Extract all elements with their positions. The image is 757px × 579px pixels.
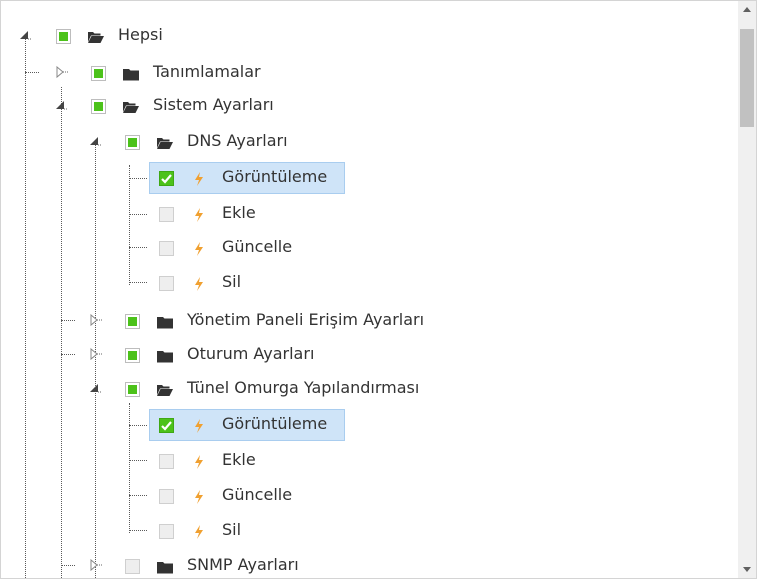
tree-node-dns-goruntuleme[interactable]: Görüntüleme (1, 162, 351, 194)
tree-node-label: Oturum Ayarları (187, 344, 315, 363)
tree-node-tunel-ekle[interactable]: Ekle (1, 445, 301, 475)
permissions-tree: Hepsi Tanımlamalar Sistem Ayarları DNS A… (1, 1, 737, 578)
tree-node-tunel-omurga[interactable]: Tünel Omurga Yapılandırması (1, 373, 461, 403)
tree-node-oturum-ayarlari[interactable]: Oturum Ayarları (1, 339, 341, 369)
tree-node-label: Ekle (222, 450, 256, 469)
tree-node-label: Sistem Ayarları (153, 95, 274, 114)
folder-open-icon (157, 382, 173, 396)
tree-checkbox[interactable] (56, 29, 71, 44)
folder-open-icon (157, 135, 173, 149)
tree-checkbox[interactable] (159, 276, 174, 291)
tree-node-label: Hepsi (118, 25, 163, 44)
tree-node-label: Güncelle (222, 237, 293, 256)
tree-node-label: Görüntüleme (222, 414, 328, 433)
arrow-down-icon (743, 567, 751, 572)
tree-node-label: SNMP Ayarları (187, 555, 299, 574)
collapse-toggle-icon[interactable] (54, 98, 68, 112)
tree-checkbox[interactable] (125, 348, 140, 363)
tree-node-label: Tanımlamalar (153, 62, 261, 81)
tree-checkbox[interactable] (159, 207, 174, 222)
tree-node-tunel-goruntuleme[interactable]: Görüntüleme (1, 409, 351, 441)
tree-checkbox[interactable] (91, 99, 106, 114)
tree-node-dns-ayarlari[interactable]: DNS Ayarları (1, 126, 341, 156)
folder-icon (157, 314, 173, 329)
bolt-icon (194, 454, 210, 469)
bolt-icon (194, 418, 210, 433)
tree-checkbox[interactable] (91, 66, 106, 81)
expand-toggle-icon[interactable] (88, 347, 102, 361)
bolt-icon (194, 489, 210, 504)
tree-node-yonetim-paneli[interactable]: Yönetim Paneli Erişim Ayarları (1, 305, 461, 335)
tree-checkbox[interactable] (159, 241, 174, 256)
scroll-down-button[interactable] (738, 560, 756, 578)
tree-node-dns-sil[interactable]: Sil (1, 267, 301, 297)
folder-icon (157, 559, 173, 574)
folder-icon (123, 66, 139, 81)
folder-open-icon (88, 29, 104, 43)
vertical-scrollbar[interactable] (738, 1, 756, 578)
bolt-icon (194, 171, 210, 186)
tree-node-label: Sil (222, 520, 242, 539)
bolt-icon (194, 524, 210, 539)
tree-checkbox[interactable] (159, 489, 174, 504)
tree-node-label: Yönetim Paneli Erişim Ayarları (187, 310, 425, 329)
expand-toggle-icon[interactable] (88, 313, 102, 327)
folder-open-icon (123, 99, 139, 113)
tree-node-snmp-ayarlari[interactable]: SNMP Ayarları (1, 550, 341, 578)
tree-checkbox[interactable] (125, 382, 140, 397)
tree-node-label: Sil (222, 272, 242, 291)
permissions-tree-panel: Hepsi Tanımlamalar Sistem Ayarları DNS A… (0, 0, 757, 579)
tree-node-label: Tünel Omurga Yapılandırması (187, 378, 420, 397)
tree-node-hepsi[interactable]: Hepsi (1, 20, 301, 50)
scrollbar-thumb[interactable] (740, 29, 754, 127)
tree-checkbox[interactable] (125, 559, 140, 574)
tree-checkbox[interactable] (159, 171, 174, 186)
expand-toggle-icon[interactable] (88, 558, 102, 572)
collapse-toggle-icon[interactable] (88, 381, 102, 395)
collapse-toggle-icon[interactable] (88, 134, 102, 148)
tree-node-dns-ekle[interactable]: Ekle (1, 198, 301, 228)
folder-icon (157, 348, 173, 363)
tree-checkbox[interactable] (125, 135, 140, 150)
tree-node-dns-guncelle[interactable]: Güncelle (1, 232, 301, 262)
arrow-up-icon (743, 7, 751, 12)
bolt-icon (194, 241, 210, 256)
tree-node-tunel-guncelle[interactable]: Güncelle (1, 480, 301, 510)
tree-checkbox[interactable] (125, 314, 140, 329)
collapse-toggle-icon[interactable] (18, 28, 32, 42)
bolt-icon (194, 207, 210, 222)
tree-node-label: Görüntüleme (222, 167, 328, 186)
tree-node-label: DNS Ayarları (187, 131, 288, 150)
tree-node-label: Güncelle (222, 485, 293, 504)
tree-checkbox[interactable] (159, 418, 174, 433)
tree-node-tunel-sil[interactable]: Sil (1, 515, 301, 545)
scroll-up-button[interactable] (738, 1, 756, 19)
tree-checkbox[interactable] (159, 524, 174, 539)
tree-node-tanimlamalar[interactable]: Tanımlamalar (1, 57, 301, 87)
bolt-icon (194, 276, 210, 291)
tree-checkbox[interactable] (159, 454, 174, 469)
expand-toggle-icon[interactable] (54, 65, 68, 79)
tree-node-label: Ekle (222, 203, 256, 222)
tree-node-sistem-ayarlari[interactable]: Sistem Ayarları (1, 90, 301, 120)
